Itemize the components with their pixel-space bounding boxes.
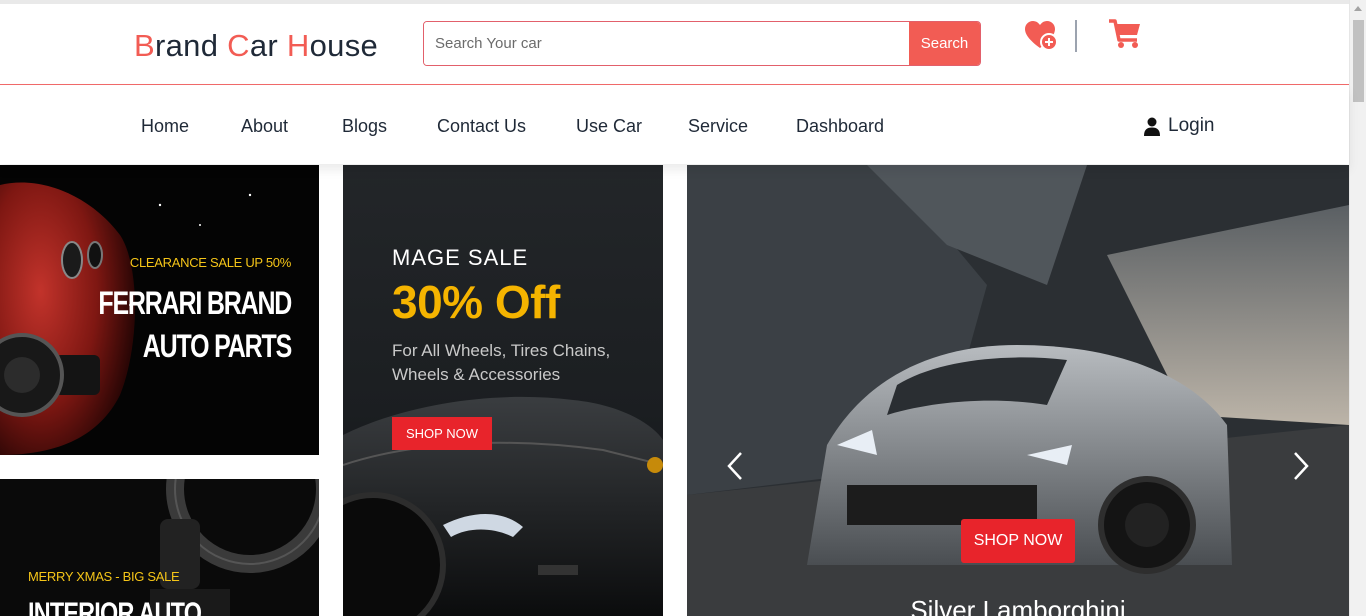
brand-text-ouse: ouse [309, 28, 379, 63]
ferrari-title-line1: FERRARI BRAND [98, 285, 292, 321]
brand-letter-h: H [286, 28, 310, 63]
search-bar: Search [423, 21, 981, 66]
search-button[interactable]: Search [909, 22, 980, 65]
steering-wheel-image [150, 479, 319, 616]
brand-text-ar: ar [249, 28, 287, 63]
header-divider [1075, 20, 1077, 52]
login-label: Login [1168, 115, 1215, 136]
mage-sale-banner[interactable]: MAGE SALE 30% Off For All Wheels, Tires … [343, 165, 663, 616]
cart-icon[interactable] [1108, 18, 1142, 50]
page-scrollbar[interactable] [1349, 0, 1366, 616]
site-header: Brand Car House Search [0, 4, 1349, 85]
slider-prev-icon[interactable] [727, 451, 743, 481]
mage-sale-discount: 30% Off [392, 276, 560, 328]
ferrari-sale-text: CLEARANCE SALE UP 50% [129, 255, 291, 270]
slider-shop-now-button[interactable]: SHOP NOW [961, 519, 1075, 563]
heart-plus-icon[interactable] [1025, 21, 1059, 51]
nav-home[interactable]: Home [141, 116, 189, 137]
scroll-up-arrow-icon[interactable] [1354, 6, 1362, 11]
nav-contact-us[interactable]: Contact Us [437, 116, 526, 137]
interior-banner[interactable]: MERRY XMAS - BIG SALE INTERIOR AUTO [0, 479, 319, 616]
scrollbar-thumb[interactable] [1353, 20, 1364, 102]
slider-next-icon[interactable] [1293, 451, 1309, 481]
mage-shop-now-button[interactable]: SHOP NOW [392, 417, 492, 450]
interior-title: INTERIOR AUTO [28, 597, 202, 616]
login-link[interactable]: Login [1144, 115, 1215, 137]
hero-slider: SHOP NOW Silver Lamborghini [687, 165, 1349, 616]
black-car-image [343, 396, 663, 616]
main-nav: Home About Blogs Contact Us Use Car Serv… [0, 86, 1349, 164]
nav-dashboard[interactable]: Dashboard [796, 116, 884, 137]
mage-sale-line2: Wheels & Accessories [392, 365, 561, 384]
brand-logo[interactable]: Brand Car House [134, 28, 378, 64]
nav-use-car[interactable]: Use Car [576, 116, 642, 137]
mage-sale-heading: MAGE SALE [392, 245, 529, 270]
ferrari-title-line2: AUTO PARTS [142, 328, 292, 364]
user-icon [1144, 117, 1160, 136]
page: Brand Car House Search Home About Blogs … [0, 0, 1366, 616]
brand-text-rand: rand [154, 28, 228, 63]
brand-letter-b: B [134, 28, 155, 63]
brand-letter-c: C [227, 28, 250, 63]
ferrari-banner[interactable]: CLEARANCE SALE UP 50% FERRARI BRAND AUTO… [0, 165, 319, 455]
nav-blogs[interactable]: Blogs [342, 116, 387, 137]
interior-sale-text: MERRY XMAS - BIG SALE [28, 569, 180, 584]
slider-caption: Silver Lamborghini [910, 595, 1126, 616]
search-input[interactable] [424, 22, 909, 65]
nav-about[interactable]: About [241, 116, 288, 137]
nav-service[interactable]: Service [688, 116, 748, 137]
mage-sale-line1: For All Wheels, Tires Chains, [392, 341, 611, 360]
